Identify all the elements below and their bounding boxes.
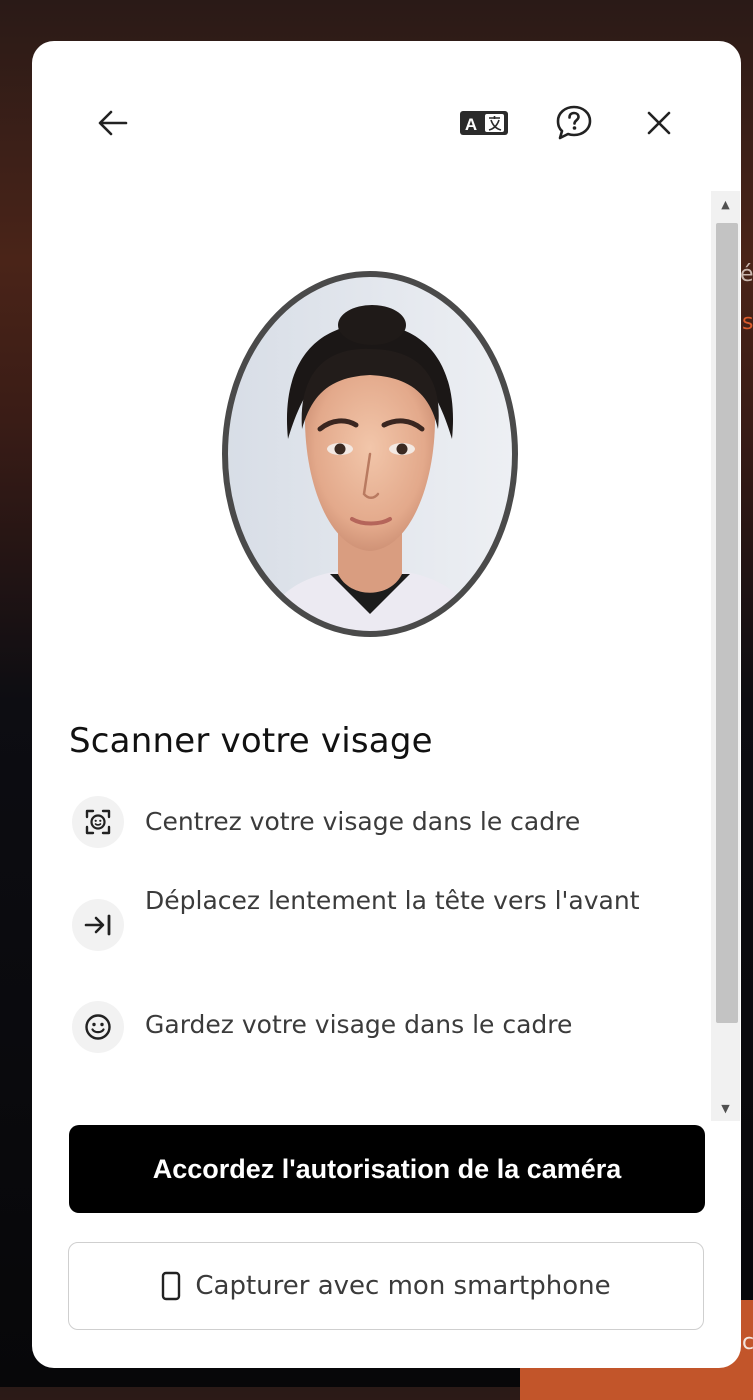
capture-with-smartphone-button[interactable]: Capturer avec mon smartphone — [68, 1242, 704, 1330]
language-button[interactable]: A — [460, 99, 508, 147]
page-title: Scanner votre visage — [69, 721, 433, 761]
scroll-up-arrow[interactable]: ▲ — [711, 191, 740, 217]
close-button[interactable] — [635, 99, 683, 147]
button-label: Accordez l'autorisation de la caméra — [152, 1153, 622, 1184]
step-text: Gardez votre visage dans le cadre — [145, 1010, 573, 1039]
arrow-left-icon — [98, 110, 128, 136]
step-icon-container — [72, 1001, 124, 1053]
smartphone-icon — [162, 1271, 181, 1301]
face-scan-icon — [85, 809, 111, 835]
scrollbar[interactable]: ▲ ▼ — [711, 191, 740, 1121]
background-text: c — [742, 1330, 753, 1355]
scrollbar-thumb[interactable] — [716, 223, 738, 1023]
grant-camera-permission-button[interactable]: Accordez l'autorisation de la caméra — [69, 1125, 705, 1213]
translate-icon: A — [460, 111, 508, 135]
help-bubble-icon — [556, 105, 592, 140]
step-icon-container — [72, 796, 124, 848]
face-scan-modal: A ▲ ▼ Scanner votre visage Centrez votre… — [32, 41, 741, 1368]
smiley-icon — [85, 1014, 111, 1040]
step-text: Déplacez lentement la tête vers l'avant — [145, 886, 640, 915]
close-icon — [647, 111, 671, 135]
background-text: é — [740, 262, 753, 287]
scroll-down-arrow[interactable]: ▼ — [711, 1095, 740, 1121]
background-text: s — [742, 310, 753, 335]
help-button[interactable] — [550, 99, 598, 147]
button-label: Capturer avec mon smartphone — [195, 1271, 611, 1301]
step-icon-container — [72, 899, 124, 951]
back-button[interactable] — [89, 99, 137, 147]
arrow-to-line-icon — [84, 914, 111, 936]
face-oval-illustration — [220, 269, 520, 639]
svg-text:A: A — [465, 115, 477, 134]
step-text: Centrez votre visage dans le cadre — [145, 807, 581, 836]
